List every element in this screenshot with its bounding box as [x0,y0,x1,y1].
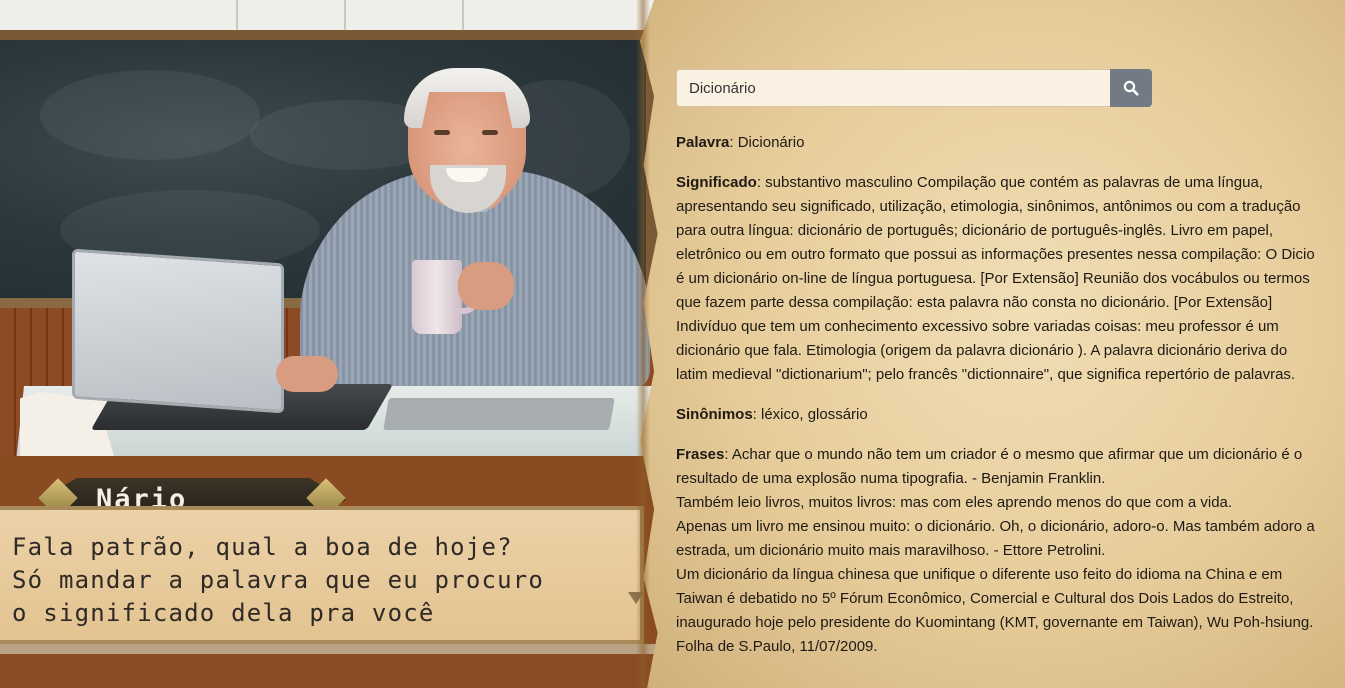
papers [383,398,615,430]
wall [0,0,660,34]
phrases-entry: Frases: Achar que o mundo não tem um cri… [676,443,1318,659]
meaning-entry: Significado: substantivo masculino Compi… [676,171,1318,387]
dialogue-line: Só mandar a palavra que eu procuro [12,566,545,594]
phrase-text: : Achar que o mundo não tem um criador é… [676,446,1303,487]
meaning-value: : substantivo masculino Compilação que c… [676,174,1315,383]
torn-edge [636,0,650,688]
dialogue-line: Fala patrão, qual a boa de hoje? [12,533,513,561]
word-entry: Palavra: Dicionário [676,131,1318,155]
search-button[interactable] [1110,69,1152,107]
teacher-scene-illustration: Nário Fala patrão, qual a boa de hoje? S… [0,0,660,688]
phrase-text: Também leio livros, muitos livros: mas c… [676,494,1233,511]
meaning-label: Significado [676,174,757,191]
phrases-label: Frases [676,446,725,463]
synonyms-label: Sinônimos [676,406,753,423]
laptop-icon [72,248,284,414]
search-bar [676,69,1152,107]
dialogue-line: o significado dela pra você [12,599,435,627]
synonyms-entry: Sinônimos: léxico, glossário [676,403,1318,427]
word-value: : Dicionário [729,134,805,151]
word-label: Palavra [676,134,730,151]
phrase-text: Apenas um livro me ensinou muito: o dici… [676,518,1315,559]
search-icon [1123,80,1139,96]
search-input[interactable] [676,69,1110,107]
phrase-text: Um dicionário da língua chinesa que unif… [676,566,1314,655]
definition-content: Palavra: Dicionário Significado: substan… [676,131,1318,675]
synonyms-value: : léxico, glossário [752,406,868,423]
